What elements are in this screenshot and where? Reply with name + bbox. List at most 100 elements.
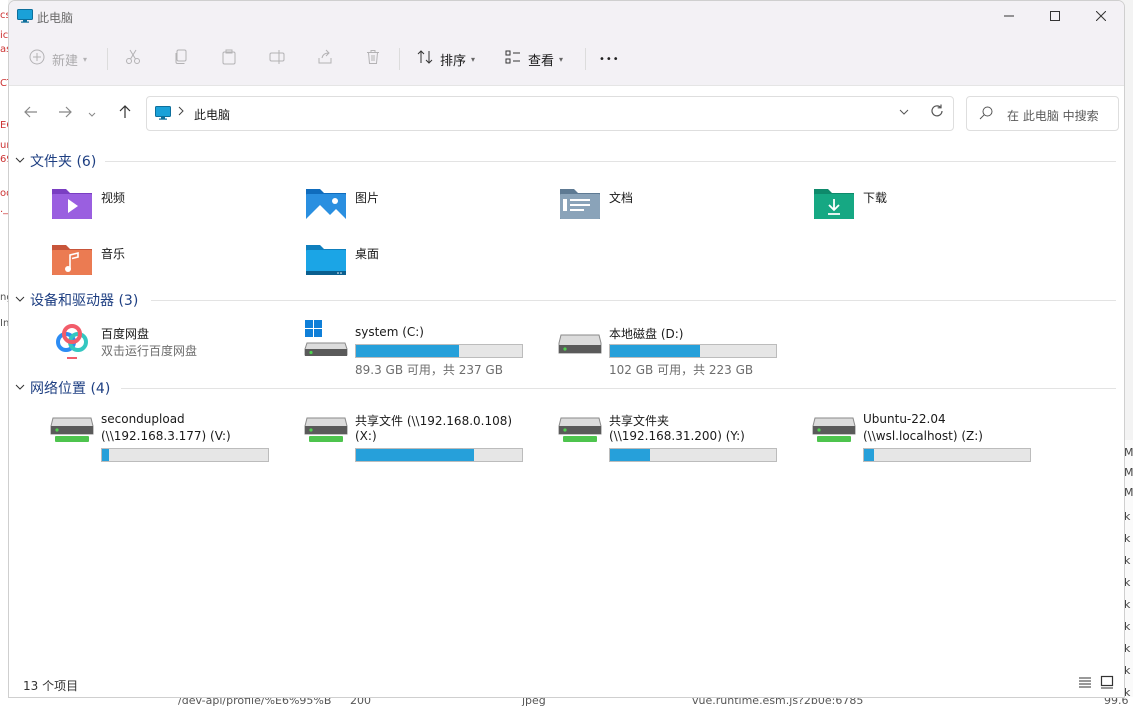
pictures-folder-icon	[303, 183, 349, 223]
drive-name: system (C:)	[355, 325, 424, 339]
group-header-folders[interactable]: 文件夹 (6)	[9, 150, 1116, 172]
maximize-button[interactable]	[1032, 1, 1078, 31]
address-bar[interactable]: 此电脑	[146, 96, 954, 131]
drive-usage-fill	[356, 449, 474, 461]
network-drive-icon	[557, 406, 603, 446]
search-box[interactable]: 在 此电脑 中搜索	[966, 96, 1119, 131]
chevron-down-icon: ▾	[559, 54, 564, 64]
bg-fragment: ._	[0, 204, 8, 215]
title-toolbar-area: 此电脑 新建 ▾ 排序 ▾ 查看 ▾ •••	[9, 1, 1124, 86]
drive-item-c[interactable]: system (C:) 89.3 GB 可用，共 237 GB	[303, 319, 543, 377]
drive-name: 共享文件 (\\192.168.0.108)	[355, 414, 513, 428]
network-drive-x[interactable]: 共享文件 (\\192.168.0.108) (X:)	[303, 406, 543, 462]
refresh-button[interactable]	[930, 104, 944, 122]
drive-name: 本地磁盘 (D:)	[609, 327, 684, 341]
share-button[interactable]	[317, 47, 333, 71]
breadcrumb-separator-icon[interactable]	[178, 105, 184, 119]
cut-button[interactable]	[125, 47, 141, 71]
drive-usage-fill	[610, 449, 650, 461]
new-button[interactable]: 新建 ▾	[29, 47, 87, 71]
breadcrumb-this-pc[interactable]: 此电脑	[194, 106, 230, 123]
item-count: 13 个项目	[23, 679, 79, 693]
network-drive-v[interactable]: secondupload (\\192.168.3.177) (V:)	[49, 406, 289, 462]
folder-item-desktop[interactable]: 桌面	[303, 239, 543, 287]
bg-fragment: od	[0, 188, 8, 199]
view-button[interactable]: 查看 ▾	[505, 47, 563, 71]
network-drive-icon	[49, 406, 95, 446]
folder-item-pictures[interactable]: 图片	[303, 183, 543, 231]
drive-free-space: 102 GB 可用，共 223 GB	[609, 363, 754, 377]
navigation-row: 此电脑 在 此电脑 中搜索	[9, 86, 1124, 139]
group-header-network[interactable]: 网络位置 (4)	[9, 377, 1116, 399]
file-explorer-window: 此电脑 新建 ▾ 排序 ▾ 查看 ▾ ••• 此电脑 在 此电脑 中搜索 文件夹…	[8, 0, 1125, 698]
baidu-netdisk-icon	[49, 319, 95, 365]
group-header-devices[interactable]: 设备和驱动器 (3)	[9, 289, 1116, 311]
clipboard-icon	[221, 49, 237, 69]
folder-item-documents[interactable]: 文档	[557, 183, 797, 231]
group-title-folders: 文件夹 (6)	[30, 154, 97, 170]
drive-usage-fill	[864, 449, 874, 461]
chevron-down-icon: ▾	[471, 54, 476, 64]
folder-name: 下载	[863, 191, 888, 205]
drive-item-d[interactable]: 本地磁盘 (D:) 102 GB 可用，共 223 GB	[557, 319, 797, 377]
drive-name: secondupload	[101, 412, 185, 426]
drive-usage-bar	[355, 344, 523, 358]
sort-arrows-icon	[417, 49, 433, 69]
sort-button[interactable]: 排序 ▾	[417, 47, 475, 71]
drive-path: (X:)	[355, 429, 377, 443]
toolbar-divider	[585, 48, 586, 70]
bg-fragment: M	[1124, 486, 1133, 499]
drive-usage-bar	[355, 448, 523, 462]
device-item-baidu-netdisk[interactable]: 百度网盘 双击运行百度网盘	[49, 319, 289, 369]
arrow-right-icon	[58, 106, 72, 122]
bg-fragment: cs	[0, 10, 8, 21]
drive-usage-bar	[609, 344, 777, 358]
drive-usage-fill	[102, 449, 109, 461]
more-options-button[interactable]: •••	[599, 47, 620, 71]
toolbar-divider	[107, 48, 108, 70]
bg-fragment: /dev-api/profile/%E6%95%B	[178, 697, 332, 707]
title-bar[interactable]: 此电脑	[9, 1, 1124, 31]
bg-fragment: 99.6	[1104, 697, 1129, 707]
bg-fragment: vue.runtime.esm.js?2b0e:6785	[692, 697, 864, 707]
forward-button[interactable]	[55, 104, 75, 124]
back-button[interactable]	[21, 104, 41, 124]
address-history-dropdown[interactable]	[899, 107, 909, 118]
folder-item-downloads[interactable]: 下载	[811, 183, 1051, 231]
details-view-button[interactable]	[1078, 675, 1094, 691]
recent-locations-button[interactable]	[85, 104, 99, 124]
arrow-left-icon	[24, 106, 38, 122]
copy-button[interactable]	[173, 47, 189, 71]
bg-fragment: un	[0, 140, 8, 151]
network-drive-y[interactable]: 共享文件夹 (\\192.168.31.200) (Y:)	[557, 406, 797, 462]
rename-icon	[269, 49, 285, 69]
delete-button[interactable]	[365, 47, 381, 71]
bg-fragment: jpeg	[522, 697, 546, 707]
network-drive-icon	[303, 406, 349, 446]
drive-usage-fill	[356, 345, 459, 357]
drive-path: (\\wsl.localhost) (Z:)	[863, 429, 983, 443]
folder-name: 文档	[609, 191, 634, 205]
folder-name: 视频	[101, 191, 126, 205]
desktop-folder-icon	[303, 239, 349, 279]
rename-button[interactable]	[269, 47, 285, 71]
tiles-view-button[interactable]	[1100, 675, 1116, 691]
this-pc-icon	[17, 9, 33, 26]
folder-item-videos[interactable]: 视频	[49, 183, 289, 231]
bg-fragment: M	[1124, 466, 1133, 479]
network-drive-icon	[811, 406, 857, 446]
paste-button[interactable]	[221, 47, 237, 71]
minimize-button[interactable]	[986, 1, 1032, 31]
drive-free-space: 89.3 GB 可用，共 237 GB	[355, 363, 503, 377]
status-bar: 13 个项目	[9, 669, 1124, 697]
up-button[interactable]	[115, 104, 135, 124]
group-title-network: 网络位置 (4)	[30, 381, 111, 397]
scissors-icon	[125, 49, 141, 69]
folder-item-music[interactable]: 音乐	[49, 239, 289, 287]
command-bar: 新建 ▾ 排序 ▾ 查看 ▾ •••	[9, 39, 1124, 79]
close-button[interactable]	[1078, 1, 1124, 31]
network-drive-z[interactable]: Ubuntu-22.04 (\\wsl.localhost) (Z:)	[811, 406, 1051, 462]
documents-folder-icon	[557, 183, 603, 223]
chevron-down-icon	[15, 383, 25, 393]
this-pc-icon	[155, 106, 171, 123]
